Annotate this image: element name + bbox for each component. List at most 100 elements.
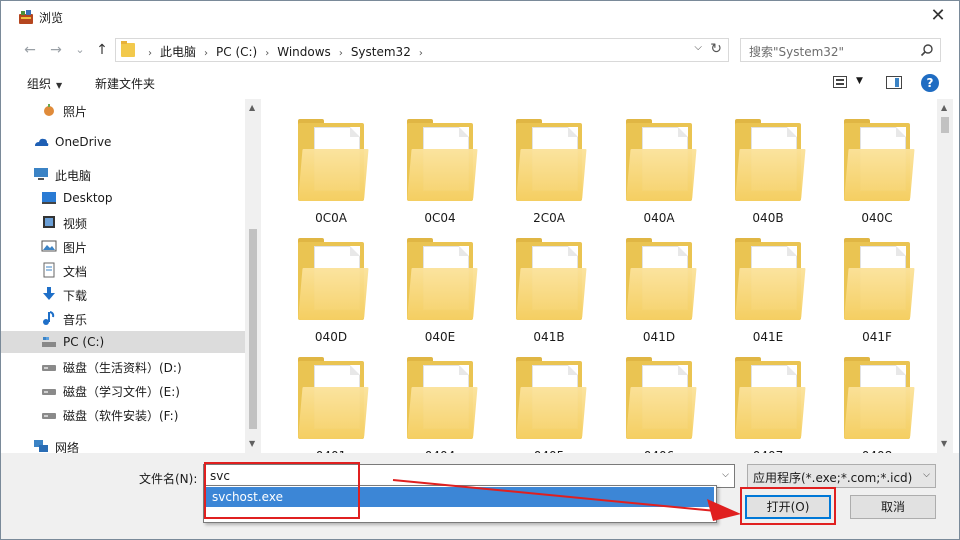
folder-name: 041B: [533, 330, 565, 344]
cancel-button[interactable]: 取消: [850, 495, 936, 519]
back-arrow-icon[interactable]: ←: [21, 41, 39, 59]
folder-icon: [516, 357, 587, 439]
folder-name: 041E: [752, 330, 784, 344]
refresh-icon[interactable]: ↻: [710, 41, 722, 57]
folder-item[interactable]: 040E: [390, 226, 490, 344]
file-list-view: 0C0A 0C04 2C0A 040A 040B 040C 040D 040E 041B 041D…: [263, 99, 937, 453]
chevron-down-icon[interactable]: ⌵: [722, 470, 729, 480]
sidebar-item[interactable]: 磁盘（软件安装）(F:): [1, 403, 245, 425]
scrollbar-thumb[interactable]: [249, 229, 257, 429]
folder-icon: [298, 119, 369, 201]
folder-icon: [516, 238, 587, 320]
folder-item[interactable]: 041F: [827, 226, 927, 344]
folder-icon: [516, 119, 587, 201]
sidebar-item[interactable]: Desktop: [1, 187, 245, 209]
search-placeholder: 搜索"System32": [749, 45, 845, 59]
forward-arrow-icon[interactable]: →: [47, 41, 65, 59]
sidebar-item[interactable]: PC (C:): [1, 331, 245, 353]
breadcrumb-separator: ›: [265, 48, 270, 59]
folder-item[interactable]: 0408: [827, 345, 927, 453]
scroll-up-icon[interactable]: ▲: [249, 103, 255, 112]
folder-item[interactable]: 040B: [718, 107, 818, 225]
sidebar-item-label: PC (C:): [63, 335, 105, 349]
file-list-scrollbar[interactable]: ▲ ▼: [937, 99, 953, 453]
folder-icon: [626, 238, 697, 320]
videos-icon: [43, 216, 55, 228]
breadcrumb-system32[interactable]: System32: [351, 45, 411, 59]
folder-icon: [735, 238, 806, 320]
view-options-icon[interactable]: [833, 76, 847, 88]
breadcrumb-windows[interactable]: Windows: [277, 45, 331, 59]
sidebar-item[interactable]: 音乐: [1, 307, 245, 329]
folder-item[interactable]: 0C04: [390, 107, 490, 225]
folder-item[interactable]: 040D: [281, 226, 381, 344]
sidebar-item[interactable]: 视频: [1, 211, 245, 233]
folder-icon: [735, 357, 806, 439]
folder-icon: [844, 357, 915, 439]
scroll-down-icon[interactable]: ▼: [941, 439, 947, 448]
up-arrow-icon[interactable]: ↑: [93, 41, 111, 59]
caret-down-icon[interactable]: ▼: [856, 76, 863, 86]
breadcrumb-separator: ›: [338, 48, 343, 59]
address-bar[interactable]: › 此电脑 › PC (C:) › Windows › System32 › ⌵ ↻: [115, 38, 729, 62]
sidebar-item[interactable]: OneDrive: [1, 131, 245, 153]
sidebar-item-label: 磁盘（软件安装）(F:): [63, 409, 179, 423]
folder-item[interactable]: 2C0A: [499, 107, 599, 225]
help-icon[interactable]: ?: [921, 74, 939, 92]
folder-item[interactable]: 041B: [499, 226, 599, 344]
file-type-select[interactable]: 应用程序(*.exe;*.com;*.icd) ⌵: [747, 464, 936, 488]
chevron-down-icon[interactable]: ⌵: [694, 42, 702, 53]
folder-item[interactable]: 041D: [609, 226, 709, 344]
network-icon: [34, 440, 48, 452]
breadcrumb-this-pc[interactable]: 此电脑: [160, 43, 196, 60]
new-folder-button[interactable]: 新建文件夹: [95, 75, 155, 92]
folder-item[interactable]: 040A: [609, 107, 709, 225]
sidebar-item-label: 音乐: [63, 313, 88, 327]
sidebar-item-label: OneDrive: [55, 135, 112, 149]
folder-name: 040E: [424, 330, 456, 344]
sidebar-item[interactable]: 文档: [1, 259, 245, 281]
folder-item[interactable]: 0406: [609, 345, 709, 453]
sidebar-item[interactable]: 磁盘（学习文件）(E:): [1, 379, 245, 401]
folder-name: 040C: [861, 211, 893, 225]
sidebar-item-label: 此电脑: [55, 169, 92, 183]
sidebar-item[interactable]: 磁盘（生活资料）(D:): [1, 355, 245, 377]
sidebar-item[interactable]: 图片: [1, 235, 245, 257]
file-type-value: 应用程序(*.exe;*.com;*.icd): [753, 471, 913, 485]
filename-label: 文件名(N):: [139, 472, 198, 486]
recent-locations-icon[interactable]: ⌄: [71, 41, 89, 59]
folder-item[interactable]: 0407: [718, 345, 818, 453]
search-input[interactable]: 搜索"System32": [740, 38, 941, 62]
folder-item[interactable]: 0C0A: [281, 107, 381, 225]
breadcrumb-separator[interactable]: ›: [419, 48, 423, 59]
sidebar-item-label: 视频: [63, 217, 88, 231]
folder-item[interactable]: 0405: [499, 345, 599, 453]
organize-menu[interactable]: 组织 ▼: [27, 75, 62, 92]
scroll-up-icon[interactable]: ▲: [941, 103, 947, 112]
sidebar-scrollbar[interactable]: ▲ ▼: [245, 99, 261, 453]
folder-item[interactable]: 0404: [390, 345, 490, 453]
folder-name: 041D: [642, 330, 676, 344]
folder-item[interactable]: 0401: [281, 345, 381, 453]
scroll-down-icon[interactable]: ▼: [249, 439, 255, 448]
sidebar-item-label: 下载: [63, 289, 88, 303]
sidebar-item[interactable]: 下载: [1, 283, 245, 305]
close-button[interactable]: ✕: [915, 1, 959, 33]
sidebar-item[interactable]: 此电脑: [1, 163, 245, 185]
sidebar-item-label: 磁盘（学习文件）(E:): [63, 385, 180, 399]
sidebar-item-label: 图片: [63, 241, 88, 255]
drive-icon: [42, 365, 56, 371]
preview-pane-icon[interactable]: [886, 76, 902, 89]
sidebar-item-label: 文档: [63, 265, 88, 279]
breadcrumb: › 此电脑 › PC (C:) › Windows › System32 ›: [140, 43, 431, 60]
sidebar-item[interactable]: 网络: [1, 435, 245, 453]
scrollbar-thumb[interactable]: [941, 117, 949, 133]
drive-icon: [42, 413, 56, 419]
photos-icon: [44, 104, 54, 116]
sidebar-item[interactable]: 照片: [1, 99, 245, 121]
folder-item[interactable]: 041E: [718, 226, 818, 344]
title-bar: 浏览 ✕: [1, 1, 959, 33]
documents-icon: [43, 262, 55, 278]
breadcrumb-pc-c[interactable]: PC (C:): [216, 45, 257, 59]
folder-item[interactable]: 040C: [827, 107, 927, 225]
